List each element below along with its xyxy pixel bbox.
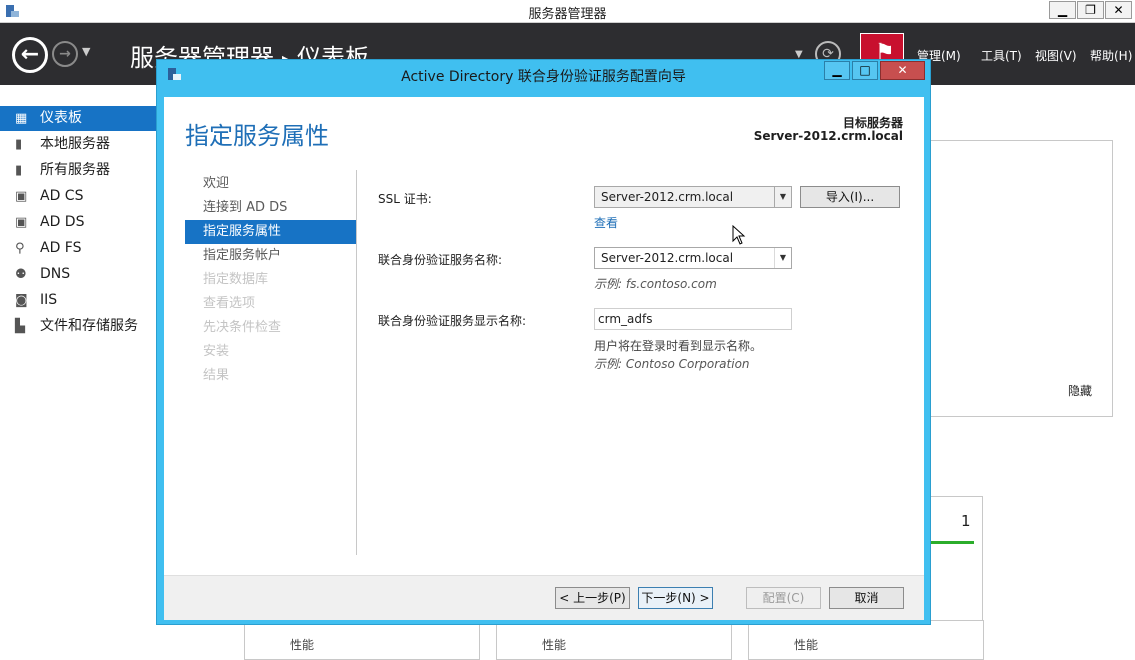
- sidebar-item-iis[interactable]: ◙ IIS: [0, 288, 157, 313]
- menu-view[interactable]: 视图(V): [1035, 47, 1077, 64]
- sidebar-item-dashboard[interactable]: ▦ 仪表板: [0, 106, 157, 131]
- sidebar-item-dns[interactable]: ⚉ DNS: [0, 262, 157, 287]
- service-name-combobox[interactable]: Server-2012.crm.local ▼: [594, 247, 792, 269]
- role-tile: [748, 620, 984, 660]
- dns-icon: ⚉: [15, 267, 27, 282]
- ssl-certificate-select[interactable]: Server-2012.crm.local ▼: [594, 186, 792, 208]
- performance-label[interactable]: 性能: [290, 636, 314, 653]
- server-icon: ▮: [15, 137, 23, 152]
- wizard-minimize-button[interactable]: ▁: [824, 61, 850, 80]
- sidebar-item-label: AD CS: [40, 188, 84, 204]
- forward-arrow-icon[interactable]: →: [52, 41, 78, 67]
- step-welcome[interactable]: 欢迎: [185, 172, 356, 196]
- sidebar-item-label: 文件和存储服务: [40, 318, 138, 334]
- target-server-value: Server-2012.crm.local: [753, 129, 903, 143]
- display-name-label: 联合身份验证服务显示名称:: [378, 314, 527, 328]
- dashboard-icon: ▦: [15, 111, 28, 126]
- step-service-account[interactable]: 指定服务帐户: [185, 244, 356, 268]
- ssl-certificate-value: Server-2012.crm.local: [601, 190, 734, 204]
- sidebar-item-label: IIS: [40, 292, 58, 308]
- back-arrow-icon[interactable]: ←: [12, 37, 48, 73]
- steps-divider: [356, 170, 357, 555]
- wizard-body: 指定服务属性 目标服务器 Server-2012.crm.local 欢迎 连接…: [164, 97, 924, 575]
- ad-cs-icon: ▣: [15, 189, 28, 204]
- file-storage-icon: ▙: [15, 319, 25, 334]
- sidebar-item-label: AD DS: [40, 214, 85, 230]
- next-button[interactable]: 下一步(N) >: [638, 587, 713, 609]
- sidebar-item-label: 所有服务器: [40, 162, 110, 178]
- service-name-value: Server-2012.crm.local: [601, 251, 734, 265]
- mouse-cursor-icon: [732, 225, 746, 245]
- step-prerequisites: 先决条件检查: [203, 320, 282, 335]
- performance-label[interactable]: 性能: [794, 636, 818, 653]
- service-name-example: 示例: fs.contoso.com: [594, 277, 717, 291]
- configure-button: 配置(C): [746, 587, 821, 609]
- wizard-close-button[interactable]: ✕: [880, 61, 925, 80]
- sidebar-item-ad-cs[interactable]: ▣ AD CS: [0, 184, 157, 209]
- service-name-label: 联合身份验证服务名称:: [378, 253, 503, 267]
- menu-tools[interactable]: 工具(T): [981, 47, 1022, 64]
- display-name-input[interactable]: crm_adfs: [594, 308, 792, 330]
- history-dropdown-icon[interactable]: ▼: [82, 45, 90, 58]
- display-name-example: 示例: Contoso Corporation: [594, 357, 750, 371]
- wizard-titlebar: Active Directory 联合身份验证服务配置向导 ▁ □ ✕: [157, 60, 930, 88]
- ad-fs-icon: ⚲: [15, 241, 25, 256]
- sidebar-item-local-server[interactable]: ▮ 本地服务器: [0, 132, 157, 157]
- page-title: 指定服务属性: [185, 122, 329, 150]
- hide-link[interactable]: 隐藏: [1068, 382, 1092, 399]
- sidebar-item-file-storage[interactable]: ▙ 文件和存储服务: [0, 314, 157, 339]
- iis-icon: ◙: [15, 293, 28, 308]
- server-manager-titlebar: 服务器管理器 ▁ ❐ ✕: [0, 0, 1135, 23]
- sidebar-item-label: AD FS: [40, 240, 82, 256]
- import-button[interactable]: 导入(I)...: [800, 186, 900, 208]
- step-results: 结果: [203, 368, 230, 383]
- menu-help[interactable]: 帮助(H): [1090, 47, 1132, 64]
- sidebar-item-label: 仪表板: [40, 110, 82, 126]
- sidebar-item-label: 本地服务器: [40, 136, 110, 152]
- sidebar-item-ad-fs[interactable]: ⚲ AD FS: [0, 236, 157, 261]
- role-tile: [244, 620, 480, 660]
- step-service-properties[interactable]: 指定服务属性: [185, 220, 356, 244]
- ssl-certificate-label: SSL 证书:: [378, 192, 432, 206]
- display-name-note: 用户将在登录时看到显示名称。: [594, 339, 763, 353]
- servers-icon: ▮: [15, 163, 23, 178]
- step-database: 指定数据库: [203, 272, 269, 287]
- welcome-panel: [925, 140, 1113, 417]
- sidebar-item-all-servers[interactable]: ▮ 所有服务器: [0, 158, 157, 183]
- status-bar: [930, 541, 974, 544]
- sidebar-item-ad-ds[interactable]: ▣ AD DS: [0, 210, 157, 235]
- wizard-footer: < 上一步(P) 下一步(N) > 配置(C) 取消: [164, 575, 924, 620]
- previous-button[interactable]: < 上一步(P): [555, 587, 630, 609]
- sidebar-item-label: DNS: [40, 266, 71, 282]
- restore-button[interactable]: ❐: [1077, 1, 1104, 19]
- window-title: 服务器管理器: [528, 7, 607, 22]
- close-button[interactable]: ✕: [1105, 1, 1132, 19]
- minimize-button[interactable]: ▁: [1049, 1, 1076, 19]
- step-connect-ad-ds[interactable]: 连接到 AD DS: [185, 196, 356, 220]
- step-install: 安装: [203, 344, 230, 359]
- role-tile: [496, 620, 732, 660]
- chevron-down-icon[interactable]: ▼: [774, 248, 791, 268]
- ad-ds-icon: ▣: [15, 215, 28, 230]
- view-certificate-link[interactable]: 查看: [594, 214, 618, 231]
- performance-label[interactable]: 性能: [542, 636, 566, 653]
- step-review-options: 查看选项: [203, 296, 256, 311]
- wizard-maximize-button[interactable]: □: [852, 61, 878, 80]
- sidebar: ▦ 仪表板 ▮ 本地服务器 ▮ 所有服务器 ▣ AD CS ▣ AD DS ⚲ AD FS …: [0, 85, 157, 646]
- chevron-down-icon[interactable]: ▼: [774, 187, 791, 207]
- cancel-button[interactable]: 取消: [829, 587, 904, 609]
- role-count: 1: [961, 512, 971, 530]
- adfs-config-wizard: Active Directory 联合身份验证服务配置向导 ▁ □ ✕ 指定服务…: [156, 59, 931, 625]
- wizard-steps: 欢迎 连接到 AD DS 指定服务属性 指定服务帐户 指定数据库 查看选项 先决…: [185, 172, 356, 388]
- wizard-title: Active Directory 联合身份验证服务配置向导: [401, 69, 686, 85]
